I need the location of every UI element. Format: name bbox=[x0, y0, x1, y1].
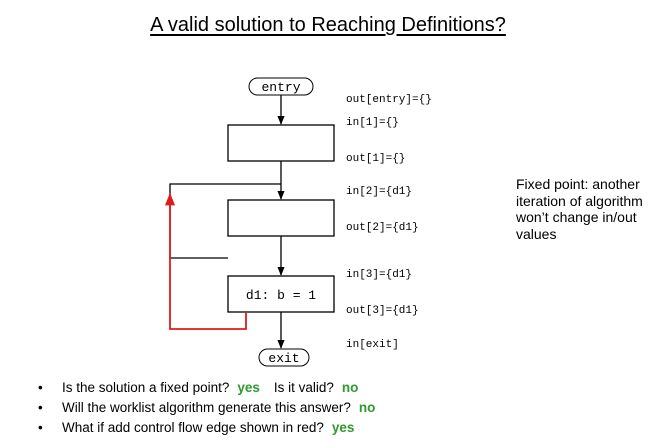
question-text: Will the worklist algorithm generate thi… bbox=[62, 400, 351, 415]
block-3-statement: d1: b = 1 bbox=[246, 288, 316, 303]
entry-label: entry bbox=[261, 80, 300, 95]
annotation-in-3: in[3]={d1} bbox=[346, 269, 412, 281]
fixed-point-note: Fixed point: another iteration of algori… bbox=[516, 176, 643, 242]
question-text: What if add control flow edge shown in r… bbox=[62, 420, 324, 435]
annotation-in-exit: in[exit] bbox=[346, 339, 399, 351]
question-text: Is it valid? bbox=[273, 380, 334, 395]
block-1 bbox=[227, 124, 335, 162]
block-2 bbox=[227, 199, 335, 237]
question-item: Is the solution a fixed point? yes Is it v… bbox=[38, 378, 389, 398]
question-list: Is the solution a fixed point? yes Is it v… bbox=[38, 378, 389, 438]
annotation-in-1: in[1]={} bbox=[346, 117, 399, 129]
question-text: Is the solution a fixed point? bbox=[62, 380, 230, 395]
answer-text: no bbox=[358, 400, 376, 415]
annotation-out-3: out[3]={d1} bbox=[346, 305, 419, 317]
answer-text: yes bbox=[237, 380, 260, 395]
question-item: Will the worklist algorithm generate thi… bbox=[38, 398, 389, 418]
question-item: What if add control flow edge shown in r… bbox=[38, 418, 389, 438]
answer-text: yes bbox=[331, 420, 355, 435]
annotation-out-entry: out[entry]={} bbox=[346, 94, 432, 106]
exit-label: exit bbox=[268, 351, 299, 366]
annotation-in-2: in[2]={d1} bbox=[346, 186, 412, 198]
answer-text: no bbox=[341, 380, 359, 395]
annotation-out-2: out[2]={d1} bbox=[346, 222, 419, 234]
annotation-out-1: out[1]={} bbox=[346, 153, 405, 165]
